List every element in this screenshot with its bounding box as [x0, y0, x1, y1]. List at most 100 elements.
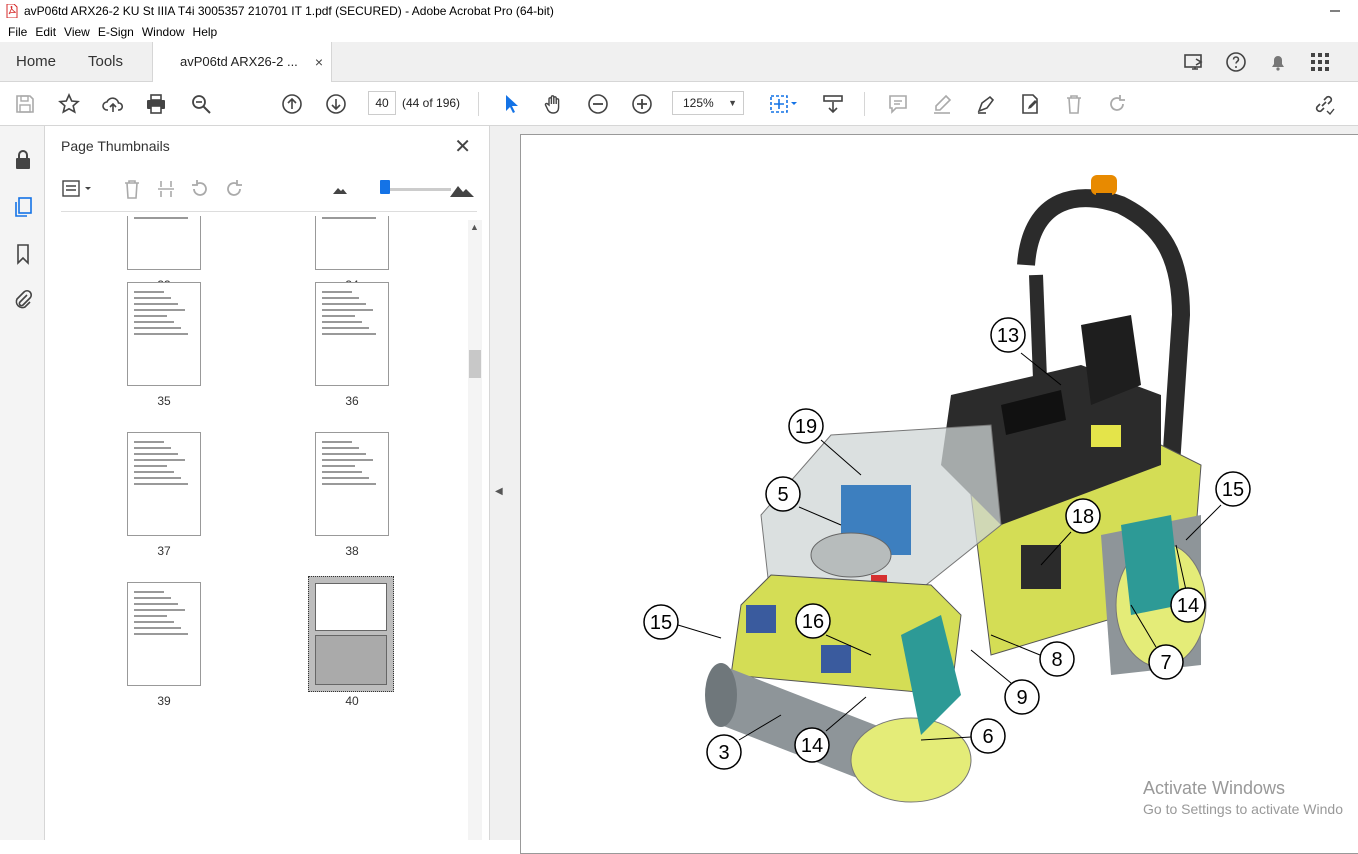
window-title: avP06td ARX26-2 KU St IIIA T4i 3005357 2… [24, 4, 554, 18]
scroll-up-icon[interactable]: ▲ [470, 222, 479, 232]
front-light-left [746, 605, 776, 633]
upload-cloud-icon[interactable] [100, 91, 126, 117]
page-thumbnails-icon[interactable] [11, 195, 35, 219]
comment-icon[interactable] [885, 91, 911, 117]
large-mountain-icon[interactable] [449, 178, 475, 200]
callout-14-left-label: 14 [801, 735, 823, 757]
options-menu-icon[interactable] [61, 178, 95, 200]
small-mountain-icon[interactable] [329, 178, 351, 200]
select-cursor-icon[interactable] [498, 91, 524, 117]
rotate-left-icon[interactable] [189, 178, 211, 200]
star-icon[interactable] [56, 91, 82, 117]
apps-grid-icon[interactable] [1308, 50, 1332, 74]
tab-tools[interactable]: Tools [88, 42, 123, 82]
bell-icon[interactable] [1266, 50, 1290, 74]
callout-3-label: 3 [718, 742, 729, 764]
page-number-input[interactable]: 40 [368, 91, 396, 115]
tab-home[interactable]: Home [16, 42, 56, 82]
menu-esign[interactable]: E-Sign [98, 25, 134, 39]
delete-trash-icon[interactable] [1061, 91, 1087, 117]
fit-page-icon[interactable] [766, 91, 802, 117]
beacon-light [1091, 175, 1117, 195]
callout-14-right-label: 14 [1177, 595, 1199, 617]
thumbnail-size-slider[interactable] [383, 188, 451, 191]
highlight-pen-icon[interactable] [929, 91, 955, 117]
page-thumbnail[interactable] [127, 432, 201, 536]
page-thumbnail[interactable] [308, 576, 394, 692]
close-tab-icon[interactable]: × [315, 42, 323, 82]
share-screen-icon[interactable] [1182, 50, 1206, 74]
front-light-right [821, 645, 851, 673]
callout-7-label: 7 [1160, 652, 1171, 674]
joystick-pad [1091, 425, 1121, 447]
callout-13-label: 13 [997, 325, 1019, 347]
page-thumbnail[interactable] [315, 282, 389, 386]
rear-grille [1021, 545, 1061, 589]
beacon-base [1096, 193, 1112, 201]
pdf-file-icon [6, 4, 18, 18]
previous-page-icon[interactable] [279, 91, 305, 117]
close-panel-icon[interactable]: ✕ [454, 134, 471, 159]
extract-page-icon[interactable] [155, 178, 177, 200]
panel-collapse-handle[interactable]: ◀ [490, 126, 508, 840]
callout-15-left: 15 [643, 604, 722, 640]
menu-help[interactable]: Help [193, 25, 218, 39]
callout-6-label: 6 [982, 726, 993, 748]
page-thumbnail[interactable] [127, 582, 201, 686]
redo-icon[interactable] [1104, 91, 1130, 117]
page-thumbnail[interactable] [127, 282, 201, 386]
lock-icon[interactable] [11, 148, 35, 172]
help-icon[interactable] [1224, 50, 1248, 74]
zoom-value: 125% [683, 96, 714, 110]
callout-5-label: 5 [777, 484, 788, 506]
toolbar-separator [478, 92, 479, 116]
minimize-icon[interactable] [1322, 4, 1348, 18]
scroll-mode-icon[interactable] [820, 91, 846, 117]
scrollbar-thumb[interactable] [469, 350, 481, 378]
menu-window[interactable]: Window [142, 25, 185, 39]
share-link-icon[interactable] [1311, 91, 1337, 117]
page-thumbnail[interactable] [127, 216, 201, 270]
menu-view[interactable]: View [64, 25, 90, 39]
paperclip-icon[interactable] [11, 288, 35, 312]
left-rail [0, 126, 45, 840]
page-thumbnail[interactable] [315, 216, 389, 270]
chevron-down-icon: ▼ [728, 98, 737, 108]
zoom-in-icon[interactable] [629, 91, 655, 117]
zoom-search-icon[interactable] [188, 91, 214, 117]
collapse-arrow-icon: ◀ [495, 486, 503, 497]
bookmark-icon[interactable] [11, 242, 35, 266]
menu-file[interactable]: File [8, 25, 27, 39]
print-icon[interactable] [143, 91, 169, 117]
delete-page-icon[interactable] [121, 178, 143, 200]
tab-document[interactable]: avP06td ARX26-2 ... × [152, 42, 332, 83]
rotate-right-icon[interactable] [223, 178, 245, 200]
document-view: 13 19 5 18 15 15 14 16 8 7 9 6 14 3 [508, 126, 1358, 854]
next-page-icon[interactable] [323, 91, 349, 117]
callout-18-label: 18 [1072, 506, 1094, 528]
thumbnails-panel: Page Thumbnails ✕ 3334353637383940 [45, 126, 490, 840]
pdf-page[interactable]: 13 19 5 18 15 15 14 16 8 7 9 6 14 3 [520, 134, 1358, 854]
hand-tool-icon[interactable] [541, 91, 567, 117]
callout-15-right-label: 15 [1222, 479, 1244, 501]
panel-scrollbar[interactable] [468, 220, 482, 840]
thumbnail-list: 3334353637383940 [61, 216, 467, 840]
page-thumbnail[interactable] [315, 432, 389, 536]
slider-handle[interactable] [380, 180, 390, 194]
draw-pen-icon[interactable] [973, 91, 999, 117]
callout-16-label: 16 [802, 611, 824, 633]
thumbnail-label: 37 [157, 544, 171, 558]
save-icon[interactable] [12, 91, 38, 117]
thumbnail-label: 40 [345, 694, 359, 708]
zoom-out-icon[interactable] [585, 91, 611, 117]
roller-figure: 13 19 5 18 15 15 14 16 8 7 9 6 14 3 [643, 175, 1251, 803]
callout-9: 9 [970, 649, 1040, 715]
edit-pdf-icon[interactable] [1017, 91, 1043, 117]
callout-19-label: 19 [795, 416, 817, 438]
activate-windows-title: Activate Windows [1143, 778, 1286, 798]
thumbnail-label: 36 [345, 394, 359, 408]
callout-9-label: 9 [1016, 687, 1027, 709]
fuel-tank [810, 532, 892, 578]
menu-edit[interactable]: Edit [35, 25, 56, 39]
zoom-select[interactable]: 125% ▼ [672, 91, 744, 115]
